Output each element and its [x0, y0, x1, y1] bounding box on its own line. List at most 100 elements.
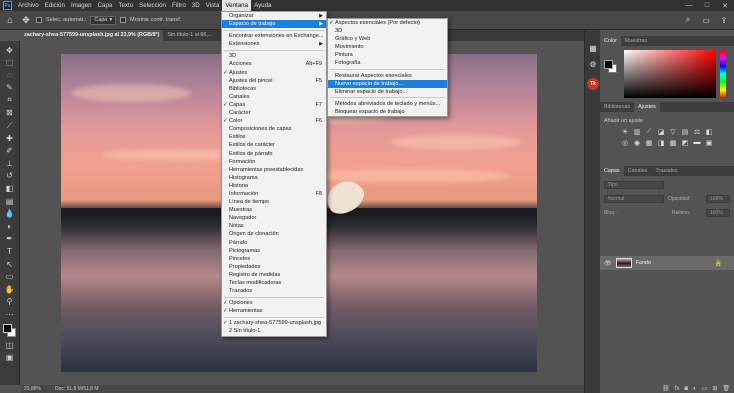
channel-mixer-icon[interactable]: ◉: [632, 138, 642, 147]
share-icon[interactable]: ⇪: [718, 14, 730, 26]
pen-tool-icon[interactable]: ✒: [3, 233, 17, 245]
menu-item-pictogramas[interactable]: Pictogramas: [222, 247, 326, 255]
clone-stamp-tool-icon[interactable]: ⊥: [3, 157, 17, 169]
mask-icon[interactable]: ◙: [684, 386, 688, 392]
crop-tool-icon[interactable]: ⌗: [3, 94, 17, 106]
menu-item-ajustes-del-pincel[interactable]: Ajustes del pincel F5: [222, 77, 326, 85]
invert-icon[interactable]: ◨: [656, 138, 666, 147]
lock-icon[interactable]: 🔒: [715, 260, 722, 267]
trash-icon[interactable]: 🗑: [722, 385, 730, 392]
menu-item-pintura[interactable]: Pintura: [328, 51, 447, 59]
menu-item-color[interactable]: ✓ Color F6: [222, 117, 326, 125]
tab-channels[interactable]: Canales: [624, 166, 652, 176]
adjustment-layer-icon[interactable]: ◐: [693, 386, 697, 392]
brush-tool-icon[interactable]: ✐: [3, 145, 17, 157]
tab-paths[interactable]: Trazados: [651, 166, 681, 176]
menu-item-teclas-modificadoras[interactable]: Teclas modificadoras: [222, 279, 326, 287]
layer-name[interactable]: Fondo: [636, 260, 651, 266]
menu-item-acciones[interactable]: Acciones Alt+F9: [222, 60, 326, 68]
more-tools-icon[interactable]: ⋯: [3, 308, 17, 320]
menu-item-historia[interactable]: Historia: [222, 182, 326, 190]
tab-libraries[interactable]: Bibliotecas: [600, 102, 634, 112]
healing-brush-tool-icon[interactable]: ✚: [3, 132, 17, 144]
workspace-icon[interactable]: ▭: [700, 14, 712, 26]
menu-item-1-zachary-shea-577599-unsplash-jpg[interactable]: ✓ 1 zachary-shea-577599-unsplash.jpg: [222, 319, 326, 327]
color-picker-field[interactable]: [624, 50, 716, 98]
history-panel-icon[interactable]: ▦: [587, 42, 599, 54]
menu-item-organizar[interactable]: Organizar ▶: [222, 12, 326, 20]
menu-item-registro-de-medidas[interactable]: Registro de medidas: [222, 271, 326, 279]
menu-ventana[interactable]: Ventana: [222, 0, 252, 11]
zoom-level[interactable]: 23,88%: [24, 386, 41, 392]
eyedropper-tool-icon[interactable]: ⟋: [3, 120, 17, 132]
blur-tool-icon[interactable]: 💧: [3, 208, 17, 220]
menu-item-capas[interactable]: ✓ Capas F7: [222, 101, 326, 109]
menu-imagen[interactable]: Imagen: [68, 0, 95, 11]
menu-vista[interactable]: Vista: [203, 0, 223, 11]
menu-item-formacion[interactable]: Formación: [222, 158, 326, 166]
menu-item-trazados[interactable]: Trazados: [222, 287, 326, 295]
menu-item-informacion[interactable]: Información F8: [222, 190, 326, 198]
tab-adjustments[interactable]: Ajustes: [634, 102, 660, 112]
menu-item-metodos-abreviados-de-teclado-y-menus[interactable]: Métodos abreviados de teclado y menús...: [328, 100, 447, 108]
dodge-tool-icon[interactable]: ◐: [3, 220, 17, 232]
curves-icon[interactable]: ⟋: [644, 127, 654, 136]
menu-item-aspectos-esenciales-por-defecto[interactable]: ✓ Aspectos esenciales (Por defecto): [328, 19, 447, 27]
menu-item-parrafo[interactable]: Párrafo: [222, 239, 326, 247]
frame-tool-icon[interactable]: ⊠: [3, 107, 17, 119]
tab-document-2[interactable]: Sin título-1 al 66,...: [163, 30, 216, 41]
layer-filter-select[interactable]: Tipo: [604, 181, 664, 189]
menu-item-herramientas[interactable]: ✓ Herramientas: [222, 307, 326, 315]
menu-item-restaurar-aspectos-esenciales[interactable]: Restaurar Aspectos esenciales: [328, 72, 447, 80]
levels-icon[interactable]: ▥: [632, 127, 642, 136]
menu-3d[interactable]: 3D: [189, 0, 203, 11]
menu-item-herramientas-preestablecidas[interactable]: Herramientas preestablecidas: [222, 166, 326, 174]
menu-item-estilos-de-caracter[interactable]: Estilos de carácter: [222, 141, 326, 149]
eraser-tool-icon[interactable]: ◧: [3, 183, 17, 195]
folder-icon[interactable]: ▭: [702, 385, 708, 392]
menu-item-eliminar-espacio-de-trabajo[interactable]: Eliminar espacio de trabajo...: [328, 88, 447, 96]
menu-item-histograma[interactable]: Histograma: [222, 174, 326, 182]
menu-item-propiedades[interactable]: Propiedades: [222, 263, 326, 271]
tab-swatches[interactable]: Muestras: [621, 36, 651, 46]
menu-item-fotografia[interactable]: Fotografía: [328, 59, 447, 67]
auto-select-checkbox[interactable]: [36, 17, 42, 23]
gradient-map-icon[interactable]: ▬: [692, 138, 702, 147]
menu-capa[interactable]: Capa: [95, 0, 116, 11]
menu-item-espacio-de-trabajo[interactable]: Espacio de trabajo ▶: [222, 20, 326, 29]
blend-mode-select[interactable]: Normal: [604, 195, 664, 203]
menu-item-navegador[interactable]: Navegador: [222, 214, 326, 222]
gradient-tool-icon[interactable]: ▤: [3, 195, 17, 207]
quick-select-tool-icon[interactable]: ✎: [3, 82, 17, 94]
fill-input[interactable]: 100%: [706, 209, 730, 217]
brightness-icon[interactable]: ☀: [620, 127, 630, 136]
menu-ayuda[interactable]: Ayuda: [251, 0, 274, 11]
opacity-input[interactable]: 100%: [706, 195, 730, 203]
search-icon[interactable]: ⌕: [682, 14, 694, 26]
tab-layers[interactable]: Capas: [600, 166, 624, 176]
fx-icon[interactable]: fx: [675, 386, 680, 392]
menu-item-extensiones[interactable]: Extensiones ▶: [222, 40, 326, 48]
menu-item-composiciones-de-capas[interactable]: Composiciones de capas: [222, 125, 326, 133]
eye-icon[interactable]: 👁: [604, 260, 612, 267]
menu-item-nuevo-espacio-de-trabajo[interactable]: Nuevo espacio de trabajo...: [328, 79, 447, 88]
zoom-tool-icon[interactable]: ⚲: [3, 296, 17, 308]
color-balance-icon[interactable]: ⚖: [692, 127, 702, 136]
menu-texto[interactable]: Texto: [115, 0, 136, 11]
layer-row[interactable]: 👁 Fondo 🔒: [600, 256, 734, 270]
hue-slider[interactable]: [720, 50, 726, 98]
foreground-color-swatch[interactable]: [2, 324, 12, 334]
tab-document-1[interactable]: zachary-shea-577599-unsplash.jpg al 23,9…: [20, 30, 164, 41]
new-layer-icon[interactable]: ⊞: [712, 385, 717, 392]
minimize-icon[interactable]: —: [680, 0, 698, 11]
menu-item-bibliotecas[interactable]: Bibliotecas: [222, 85, 326, 93]
plugin-icon[interactable]: Tk: [587, 78, 599, 90]
menu-item-pinceles[interactable]: Pinceles: [222, 255, 326, 263]
menu-item-grafico-y-web[interactable]: Gráfico y Web: [328, 35, 447, 43]
move-tool-icon[interactable]: ✥: [3, 44, 17, 56]
photo-filter-icon[interactable]: ◎: [620, 138, 630, 147]
maximize-icon[interactable]: □: [698, 0, 716, 11]
exposure-icon[interactable]: ◪: [656, 127, 666, 136]
show-transform-checkbox[interactable]: [120, 17, 127, 23]
menu-item-caracter[interactable]: Carácter: [222, 109, 326, 117]
